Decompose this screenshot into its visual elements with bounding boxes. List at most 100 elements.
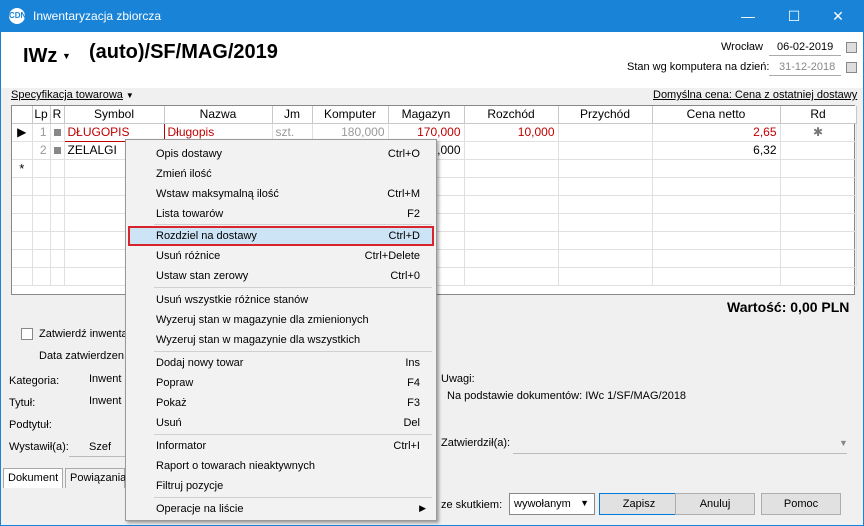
r-marker-icon [53, 147, 61, 154]
tytul-field[interactable]: Inwent [89, 395, 121, 407]
cena-cell[interactable]: 2,65 [652, 123, 781, 142]
menu-item-shortcut: Del [403, 417, 420, 429]
menu-item-opis-dostawy[interactable]: Opis dostawy Ctrl+O [128, 144, 434, 164]
inventory-window: CDN Inwentaryzacja zbiorcza — ☐ ✕ IWz ▼ … [0, 0, 864, 526]
zatwierdzil-underline [513, 453, 847, 454]
chevron-down-icon: ▼ [580, 498, 589, 508]
r-cell[interactable] [50, 141, 65, 160]
menu-item-shortcut: Ctrl+D [388, 230, 420, 242]
chevron-down-icon: ▼ [125, 91, 134, 100]
calendar-icon[interactable] [846, 42, 857, 53]
uwagi-label: Uwagi: [441, 373, 475, 385]
delivery-split-icon[interactable]: ✱ [780, 123, 857, 142]
row-indicator [12, 141, 33, 160]
effect-select-value: wywołanym [514, 498, 571, 510]
stan-date-field[interactable]: 31-12-2018 [769, 59, 841, 76]
menu-item-shortcut: F4 [407, 377, 420, 389]
cena-cell[interactable]: 6,32 [652, 141, 781, 160]
chevron-down-icon[interactable]: ▼ [839, 438, 848, 448]
column-header[interactable]: Nazwa [164, 106, 273, 124]
menu-item-popraw[interactable]: Popraw F4 [128, 373, 434, 393]
approve-checkbox[interactable] [21, 328, 33, 340]
default-price-link[interactable]: Domyślna cena: Cena z ostatniej dostawy [653, 89, 857, 101]
column-header[interactable]: Symbol [64, 106, 165, 124]
menu-item-raport[interactable]: Raport o towarach nieaktywnych [128, 456, 434, 476]
row-indicator-header [12, 106, 33, 124]
menu-separator [154, 287, 432, 288]
column-header[interactable]: R [50, 106, 65, 124]
column-header[interactable]: Rd [780, 106, 857, 124]
menu-item-label: Pokaż [156, 397, 187, 409]
menu-item-label: Rozdziel na dostawy [156, 230, 257, 242]
menu-item-rozdziel-na-dostawy[interactable]: Rozdziel na dostawy Ctrl+D [128, 226, 434, 246]
przychod-cell[interactable] [558, 141, 653, 160]
lp-cell[interactable]: 2 [32, 141, 51, 160]
skutkiem-label: ze skutkiem: [441, 499, 503, 511]
tab-dokument[interactable]: Dokument [3, 468, 63, 488]
menu-item-usun[interactable]: Usuń Del [128, 413, 434, 433]
menu-item-informator[interactable]: Informator Ctrl+I [128, 436, 434, 456]
save-button[interactable]: Zapisz [599, 493, 679, 515]
wystawil-field[interactable]: Szef [89, 441, 111, 453]
menu-item-shortcut: Ins [405, 357, 420, 369]
place-field[interactable]: Wrocław [721, 41, 763, 53]
close-icon[interactable]: ✕ [815, 1, 861, 32]
menu-item-label: Popraw [156, 377, 194, 389]
window-title: Inwentaryzacja zbiorcza [33, 9, 162, 23]
menu-item-wyzeruj-zmienione[interactable]: Wyzeruj stan w magazynie dla zmienionych [128, 310, 434, 330]
document-date-field[interactable]: 06-02-2019 [769, 39, 841, 56]
lp-cell[interactable]: 1 [32, 123, 51, 142]
column-header[interactable]: Magazyn [388, 106, 465, 124]
przychod-cell[interactable] [558, 123, 653, 142]
tab-powiazania[interactable]: Powiązania [65, 468, 126, 488]
effect-select[interactable]: wywołanym ▼ [509, 493, 595, 515]
column-header[interactable]: Cena netto [652, 106, 781, 124]
column-header[interactable]: Rozchód [464, 106, 559, 124]
approve-label: Zatwierdź inwenta [39, 328, 128, 340]
chevron-down-icon[interactable]: ▼ [62, 51, 71, 61]
menu-item-filtruj[interactable]: Filtruj pozycje [128, 476, 434, 496]
menu-item-ustaw-stan-zerowy[interactable]: Ustaw stan zerowy Ctrl+0 [128, 266, 434, 286]
rozchod-cell[interactable] [464, 141, 559, 160]
r-marker-icon [53, 129, 61, 136]
menu-item-shortcut: Ctrl+O [387, 148, 420, 160]
menu-item-operacje-na-liscie[interactable]: Operacje na liście ▶ [128, 499, 434, 519]
maximize-icon[interactable]: ☐ [771, 1, 817, 32]
menu-separator [154, 224, 432, 225]
column-header[interactable]: Jm [272, 106, 313, 124]
menu-item-label: Usuń różnice [156, 250, 221, 262]
menu-item-lista-towarow[interactable]: Lista towarów F2 [128, 204, 434, 224]
column-header[interactable]: Komputer [312, 106, 389, 124]
menu-separator [154, 351, 432, 352]
spec-dropdown[interactable]: Specyfikacja towarowa ▼ [11, 89, 134, 101]
kategoria-field[interactable]: Inwent [89, 373, 121, 385]
menu-item-zmien-ilosc[interactable]: Zmień ilość [128, 164, 434, 184]
menu-item-label: Usuń [156, 417, 182, 429]
submenu-arrow-icon: ▶ [419, 503, 426, 513]
doc-number[interactable]: (auto)/SF/MAG/2019 [89, 41, 278, 64]
column-header[interactable]: Przychód [558, 106, 653, 124]
menu-item-label: Opis dostawy [156, 148, 223, 160]
menu-item-wyzeruj-wszystkie[interactable]: Wyzeruj stan w magazynie dla wszystkich [128, 330, 434, 350]
menu-item-usun-wszystkie-roznice[interactable]: Usuń wszystkie różnice stanów [128, 290, 434, 310]
menu-item-shortcut: Ctrl+0 [390, 270, 420, 282]
calendar-icon[interactable] [846, 62, 857, 73]
help-button[interactable]: Pomoc [761, 493, 841, 515]
cancel-button[interactable]: Anuluj [675, 493, 755, 515]
spec-label-text: Specyfikacja towarowa [11, 89, 123, 101]
uwagi-field[interactable]: Na podstawie dokumentów: IWc 1/SF/MAG/20… [447, 390, 686, 402]
doc-type-selector[interactable]: IWz [23, 45, 57, 68]
menu-item-shortcut: Ctrl+I [393, 440, 420, 452]
rozchod-cell[interactable]: 10,000 [464, 123, 559, 142]
menu-item-usun-roznice[interactable]: Usuń różnice Ctrl+Delete [128, 246, 434, 266]
zatwierdzil-label: Zatwierdził(a): [441, 437, 511, 449]
column-header[interactable]: Lp [32, 106, 51, 124]
title-bar[interactable]: CDN Inwentaryzacja zbiorcza — ☐ ✕ [1, 1, 863, 32]
minimize-icon[interactable]: — [725, 1, 771, 32]
menu-item-dodaj-towar[interactable]: Dodaj nowy towar Ins [128, 353, 434, 373]
rd-cell[interactable] [780, 141, 857, 160]
menu-item-wstaw-max[interactable]: Wstaw maksymalną ilość Ctrl+M [128, 184, 434, 204]
menu-item-label: Informator [156, 440, 207, 452]
menu-item-pokaz[interactable]: Pokaż F3 [128, 393, 434, 413]
r-cell[interactable] [50, 123, 65, 142]
